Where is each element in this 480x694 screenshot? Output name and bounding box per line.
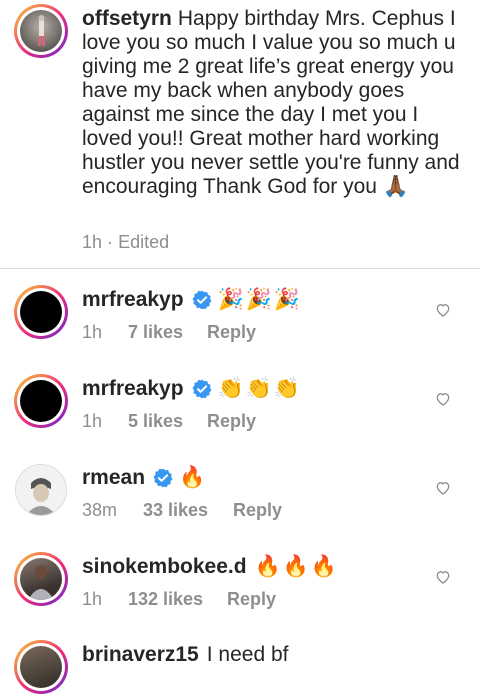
caption-avatar[interactable] xyxy=(14,4,68,58)
comment-username[interactable]: brinaverz15 xyxy=(82,642,199,668)
comment-header: mrfreakyp 🎉🎉🎉 xyxy=(82,287,302,313)
heart-outline-icon[interactable] xyxy=(435,391,451,407)
comment-likes[interactable]: 5 likes xyxy=(128,411,207,432)
verified-badge-icon xyxy=(192,290,212,310)
caption-text-block: offsetyrn Happy birthday Mrs. Cephus I lo… xyxy=(82,7,472,199)
comment-header: sinokembokee.d 🔥🔥🔥 xyxy=(82,554,339,580)
heart-outline-icon[interactable] xyxy=(435,569,451,585)
caption-time: 1h xyxy=(82,232,103,252)
comment-likes[interactable]: 33 likes xyxy=(143,500,233,521)
comment-meta: 1h 132 likes Reply xyxy=(82,589,276,610)
comment-avatar[interactable] xyxy=(14,552,68,606)
comment-time: 1h xyxy=(82,322,103,342)
comment-likes[interactable]: 7 likes xyxy=(128,322,207,343)
comment-time: 38m xyxy=(82,500,118,520)
verified-badge-icon xyxy=(153,468,173,488)
comment-text: 🎉🎉🎉 xyxy=(217,288,303,311)
caption-edited: Edited xyxy=(118,232,170,252)
comment-avatar[interactable] xyxy=(14,640,68,694)
comment-text: 👏👏👏 xyxy=(217,377,303,400)
reply-button[interactable]: Reply xyxy=(207,411,256,432)
comment-header: mrfreakyp 👏👏👏 xyxy=(82,376,302,402)
comment-meta: 1h 7 likes Reply xyxy=(82,322,256,343)
comment-text: I need bf xyxy=(206,643,289,666)
caption-username[interactable]: offsetyrn xyxy=(82,7,172,30)
comment-header: rmean 🔥 xyxy=(82,465,207,491)
reply-button[interactable]: Reply xyxy=(207,322,256,343)
comment-time: 1h xyxy=(82,589,103,609)
caption-body: Happy birthday Mrs. Cephus I love you so… xyxy=(82,7,460,198)
comment-avatar[interactable] xyxy=(14,285,68,339)
heart-outline-icon[interactable] xyxy=(435,480,451,496)
comment-meta: 38m 33 likes Reply xyxy=(82,500,282,521)
comment-text: 🔥 xyxy=(179,466,208,489)
comment-text: 🔥🔥🔥 xyxy=(254,555,340,578)
comment-username[interactable]: mrfreakyp xyxy=(82,287,184,313)
comment-avatar[interactable] xyxy=(14,374,68,428)
comment-meta: 1h 5 likes Reply xyxy=(82,411,256,432)
comment-username[interactable]: sinokembokee.d xyxy=(82,554,247,580)
comment-username[interactable]: rmean xyxy=(82,465,145,491)
caption-divider xyxy=(0,268,480,269)
comment-header: brinaverz15 I need bf xyxy=(82,642,288,668)
caption-meta: 1h · Edited xyxy=(82,232,169,253)
comment-username[interactable]: mrfreakyp xyxy=(82,376,184,402)
comment-avatar[interactable] xyxy=(15,464,67,516)
comment-time: 1h xyxy=(82,411,103,431)
verified-badge-icon xyxy=(192,379,212,399)
reply-button[interactable]: Reply xyxy=(227,589,276,610)
heart-outline-icon[interactable] xyxy=(435,302,451,318)
comment-likes[interactable]: 132 likes xyxy=(128,589,227,610)
reply-button[interactable]: Reply xyxy=(233,500,282,521)
caption-separator: · xyxy=(107,232,114,252)
